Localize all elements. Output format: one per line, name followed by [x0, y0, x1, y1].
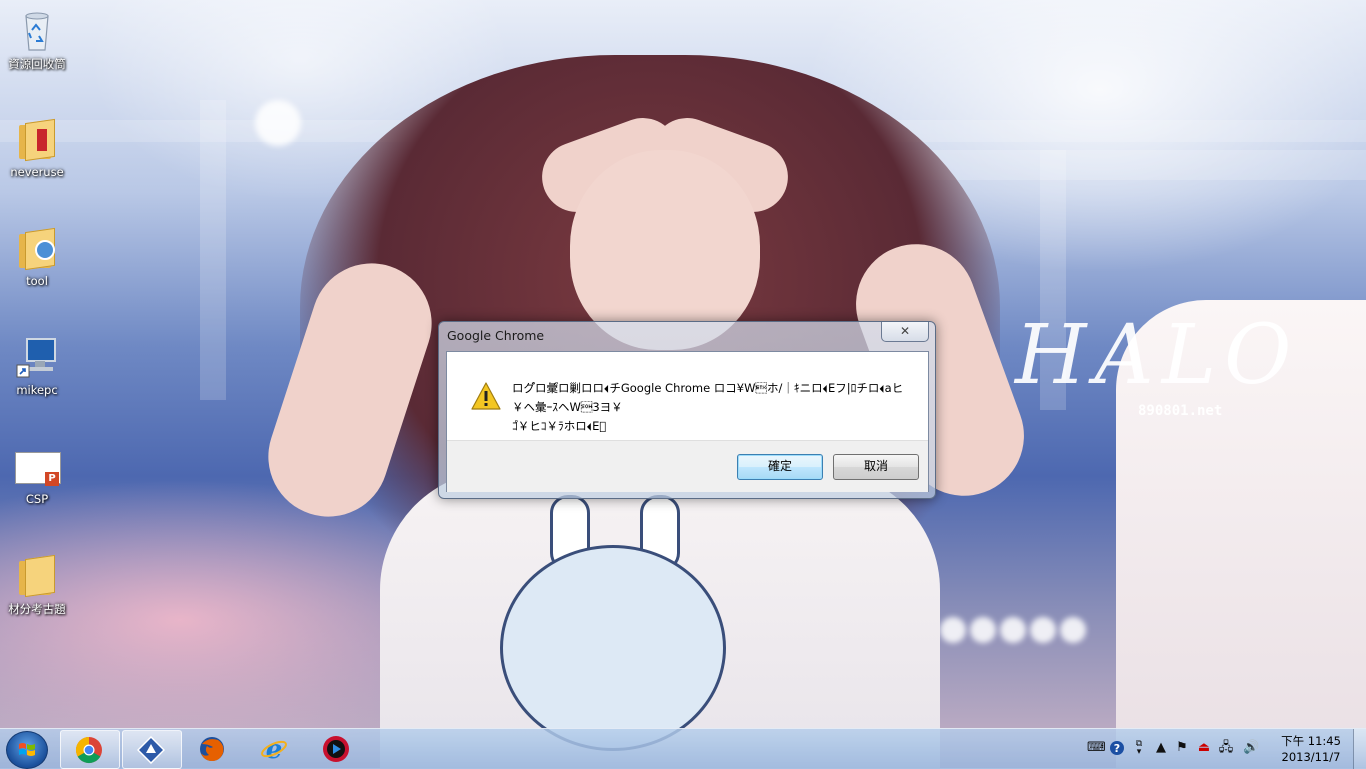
dialog-message-line: ログ゚ロ彙゚ロ剿ロロ チGoogle Chrome ロコ¥Wホ/｜ｷニロ Eフ…: [512, 381, 904, 414]
network-icon[interactable]: 🖧: [1218, 740, 1234, 756]
svg-text:?: ?: [1114, 742, 1120, 755]
taskbar: e ⌨ ? ⧉ ▾ ▲ ⚑ ⏏ 🖧 🔊 下午 11:45 2013/11/7: [0, 728, 1366, 769]
internet-explorer-icon: e: [261, 735, 287, 763]
clock-time: 下午 11:45: [1281, 734, 1341, 748]
dialog-content: ログ゚ロ彙゚ロ剿ロロ チGoogle Chrome ロコ¥Wホ/｜ｷニロ Eフ…: [447, 352, 928, 440]
start-button[interactable]: [6, 731, 48, 769]
desktop-icon-tool[interactable]: tool: [4, 226, 70, 288]
desktop-icon-recycle-bin[interactable]: 資源回收筒: [4, 8, 70, 72]
windows-start-icon: [19, 743, 35, 756]
wallpaper-url: 890801.net: [1138, 403, 1223, 419]
show-hidden-icons-icon[interactable]: ▲: [1153, 740, 1169, 756]
wallpaper-logo: HALO: [1015, 308, 1300, 403]
svg-text:e: e: [266, 735, 283, 763]
dialog-footer: 確定 取消: [447, 440, 928, 492]
warning-icon: [471, 382, 501, 414]
computer-shortcut-icon: [15, 335, 59, 379]
folder-icon: [15, 226, 59, 271]
desktop-icon-label: CSP: [25, 492, 49, 506]
desktop-icon-label: neveruse: [10, 165, 64, 179]
powerpoint-file-icon: P: [15, 444, 61, 488]
desktop-icon-label: tool: [26, 274, 48, 288]
chrome-icon: [75, 736, 102, 764]
system-tray: ⌨ ? ⧉ ▾ ▲ ⚑ ⏏ 🖧 🔊: [1085, 729, 1275, 769]
dialog-body: ログ゚ロ彙゚ロ剿ロロ チGoogle Chrome ロコ¥Wホ/｜ｷニロ Eフ…: [446, 351, 929, 492]
volume-icon[interactable]: 🔊: [1243, 740, 1259, 756]
close-icon: ✕: [899, 324, 911, 338]
desktop-icon-label: 材分考古題: [8, 602, 66, 616]
dialog-message-line: ｺ゚￥ヒｺ￥ﾗホロ E゚: [512, 419, 607, 433]
taskbar-ie-button[interactable]: e: [246, 730, 304, 767]
show-desktop-button[interactable]: [1353, 729, 1366, 769]
desktop-icon-label: mikepc: [16, 383, 58, 397]
action-center-flag-icon[interactable]: ⚑: [1174, 740, 1190, 756]
language-icon[interactable]: ⧉ ▾: [1131, 740, 1147, 757]
taskbar-app-button[interactable]: [122, 730, 182, 769]
desktop-icon-exam-folder[interactable]: 材分考古題: [4, 553, 70, 617]
dialog-title: Google Chrome: [447, 328, 545, 343]
firefox-icon: [200, 737, 224, 761]
taskbar-clock[interactable]: 下午 11:45 2013/11/7: [1276, 733, 1346, 765]
dialog-message: ログ゚ロ彙゚ロ剿ロロ チGoogle Chrome ロコ¥Wホ/｜ｷニロ Eフ…: [512, 379, 912, 436]
folder-icon: [15, 553, 59, 598]
chrome-message-dialog: Google Chrome ✕ ログ゚ロ彙゚ロ剿ロロ チGoogle Chrom…: [438, 321, 936, 499]
taskbar-media-button[interactable]: [308, 730, 366, 767]
folder-icon: [15, 117, 59, 162]
taskbar-chrome-button[interactable]: [60, 730, 120, 769]
desktop-icon-csp[interactable]: P CSP: [4, 444, 70, 506]
desktop-icon-label: 資源回收筒: [8, 57, 66, 71]
cancel-button[interactable]: 取消: [833, 454, 919, 480]
desktop-icon-neveruse[interactable]: neveruse: [4, 117, 70, 179]
dialog-close-button[interactable]: ✕: [881, 322, 929, 342]
media-player-icon: [323, 736, 349, 762]
help-icon[interactable]: ?: [1109, 740, 1125, 756]
recycle-bin-icon: [15, 8, 59, 52]
app-shortcut-icon: [137, 736, 165, 764]
keyboard-icon[interactable]: ⌨: [1087, 740, 1106, 756]
safely-remove-icon[interactable]: ⏏: [1196, 740, 1212, 756]
taskbar-firefox-button[interactable]: [184, 730, 242, 767]
desktop-icon-mikepc[interactable]: mikepc: [4, 335, 70, 397]
ok-button[interactable]: 確定: [737, 454, 823, 480]
clock-date: 2013/11/7: [1281, 750, 1341, 764]
